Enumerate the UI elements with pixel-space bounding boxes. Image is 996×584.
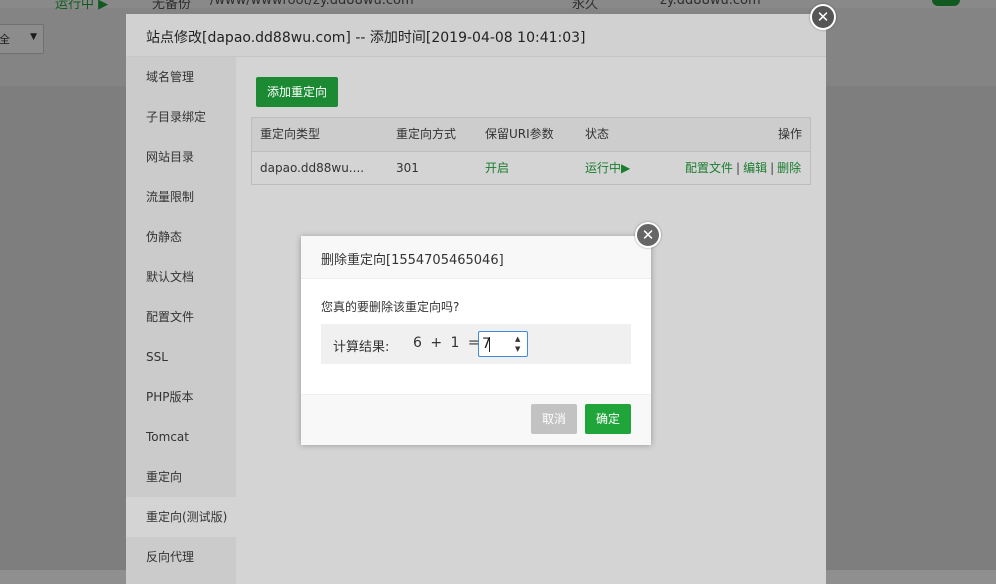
header-type: 重定向类型	[260, 127, 321, 141]
modal-close-icon[interactable]: ✕	[810, 4, 836, 30]
cell-type: dapao.dd88wu....	[260, 161, 365, 175]
table-row: dapao.dd88wu.... 301 开启 运行中▶ 配置文件 | 编辑 | 删除	[252, 152, 810, 184]
header-actions: 操作	[778, 127, 803, 141]
calc-label: 计算结果:	[333, 340, 390, 355]
sidebar-item-tomcat[interactable]: Tomcat	[126, 417, 236, 457]
confirm-button[interactable]: 确定	[585, 404, 631, 434]
table-header: 重定向类型 重定向方式 保留URI参数 状态 操作	[252, 118, 810, 152]
delete-confirm-dialog: 删除重定向[1554705465046] 您真的要删除该重定向吗? 计算结果: …	[301, 222, 661, 445]
sidebar-item-default-doc[interactable]: 默认文档	[126, 257, 236, 297]
action-separator: |	[770, 161, 775, 175]
sidebar-item-domain[interactable]: 域名管理	[126, 57, 236, 97]
sidebar-item-php-version[interactable]: PHP版本	[126, 377, 236, 417]
sidebar-item-traffic-limit[interactable]: 流量限制	[126, 177, 236, 217]
header-keep-uri: 保留URI参数	[485, 127, 554, 141]
captcha-box: 计算结果: 6 + 1 = 7 ▲ ▼	[321, 324, 631, 364]
modal-title: 站点修改[dapao.dd88wu.com] -- 添加时间[2019-04-0…	[146, 30, 586, 46]
dialog-title: 删除重定向[1554705465046]	[321, 253, 504, 268]
dialog-question: 您真的要删除该重定向吗?	[321, 300, 460, 314]
sidebar-item-ssl[interactable]: SSL	[126, 337, 236, 377]
action-separator: |	[736, 161, 741, 175]
spin-down-icon[interactable]: ▼	[515, 345, 520, 353]
sidebar-item-site-dir[interactable]: 网站目录	[126, 137, 236, 177]
calc-answer-input[interactable]: 7 ▲ ▼	[478, 331, 528, 357]
redirect-table: 重定向类型 重定向方式 保留URI参数 状态 操作 dapao.dd88wu..…	[251, 117, 811, 185]
cell-keep-uri: 开启	[485, 161, 510, 175]
sidebar-item-config-file[interactable]: 配置文件	[126, 297, 236, 337]
dialog-header: 删除重定向[1554705465046]	[301, 236, 651, 279]
spin-up-icon[interactable]: ▲	[515, 335, 520, 343]
dialog-close-icon[interactable]: ✕	[635, 222, 661, 248]
modal-header: 站点修改[dapao.dd88wu.com] -- 添加时间[2019-04-0…	[126, 14, 826, 57]
config-file-link[interactable]: 配置文件	[685, 161, 733, 175]
header-status: 状态	[585, 127, 610, 141]
header-method: 重定向方式	[396, 127, 457, 141]
sidebar-item-redirect-beta[interactable]: 重定向(测试版)	[126, 497, 236, 537]
actions-cell: 配置文件 | 编辑 | 删除	[685, 152, 801, 184]
calc-expression: 6 + 1 =	[413, 335, 480, 351]
cancel-button[interactable]: 取消	[531, 404, 577, 434]
sidebar-item-redirect[interactable]: 重定向	[126, 457, 236, 497]
text-cursor	[489, 337, 490, 352]
sidebar-item-subdir[interactable]: 子目录绑定	[126, 97, 236, 137]
delete-link[interactable]: 删除	[777, 161, 801, 175]
modal-sidebar: 域名管理 子目录绑定 网站目录 流量限制 伪静态 默认文档 配置文件 SSL P…	[126, 57, 236, 584]
sidebar-item-rewrite[interactable]: 伪静态	[126, 217, 236, 257]
sidebar-item-reverse-proxy[interactable]: 反向代理	[126, 537, 236, 577]
dialog-footer: 取消 确定	[301, 394, 651, 445]
status-toggle-link[interactable]: 运行中▶	[585, 152, 630, 184]
edit-link[interactable]: 编辑	[743, 161, 767, 175]
add-redirect-button[interactable]: 添加重定向	[256, 77, 338, 107]
cell-method: 301	[396, 161, 419, 175]
